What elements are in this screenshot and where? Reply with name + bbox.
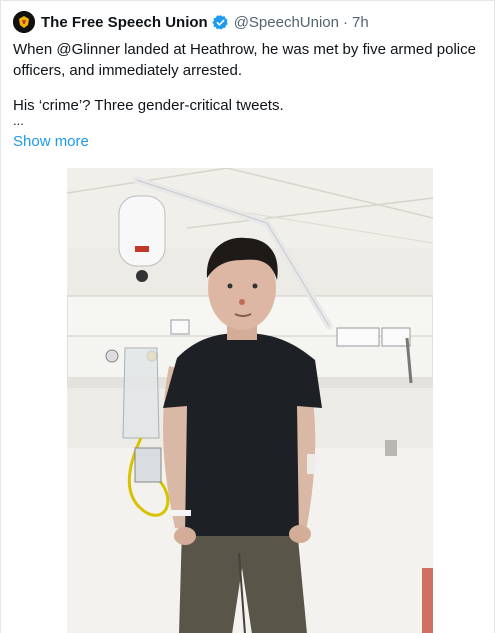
author-display-name[interactable]: The Free Speech Union <box>41 14 208 31</box>
free-speech-union-logo-icon <box>13 11 35 33</box>
tweet-text: When @Glinner landed at Heathrow, he was… <box>13 39 483 128</box>
tweet-timestamp[interactable]: 7h <box>352 14 369 31</box>
tweet-card[interactable]: The Free Speech Union @SpeechUnion · 7h … <box>0 0 495 633</box>
header-separator: · <box>343 13 348 31</box>
author-handle[interactable]: @SpeechUnion <box>234 14 339 31</box>
tweet-text-paragraph-2: His ‘crime’? Three gender-critical tweet… <box>13 97 284 114</box>
photo-illustration <box>67 168 433 633</box>
tweet-text-paragraph-1: When @Glinner landed at Heathrow, he was… <box>13 41 476 79</box>
tweet-text-ellipsis: ... <box>13 113 24 128</box>
verified-badge-icon <box>212 14 229 31</box>
tweet-photo[interactable] <box>67 168 433 633</box>
tweet-header: The Free Speech Union @SpeechUnion · 7h <box>13 11 369 33</box>
show-more-link[interactable]: Show more <box>13 133 89 150</box>
avatar[interactable] <box>13 11 35 33</box>
